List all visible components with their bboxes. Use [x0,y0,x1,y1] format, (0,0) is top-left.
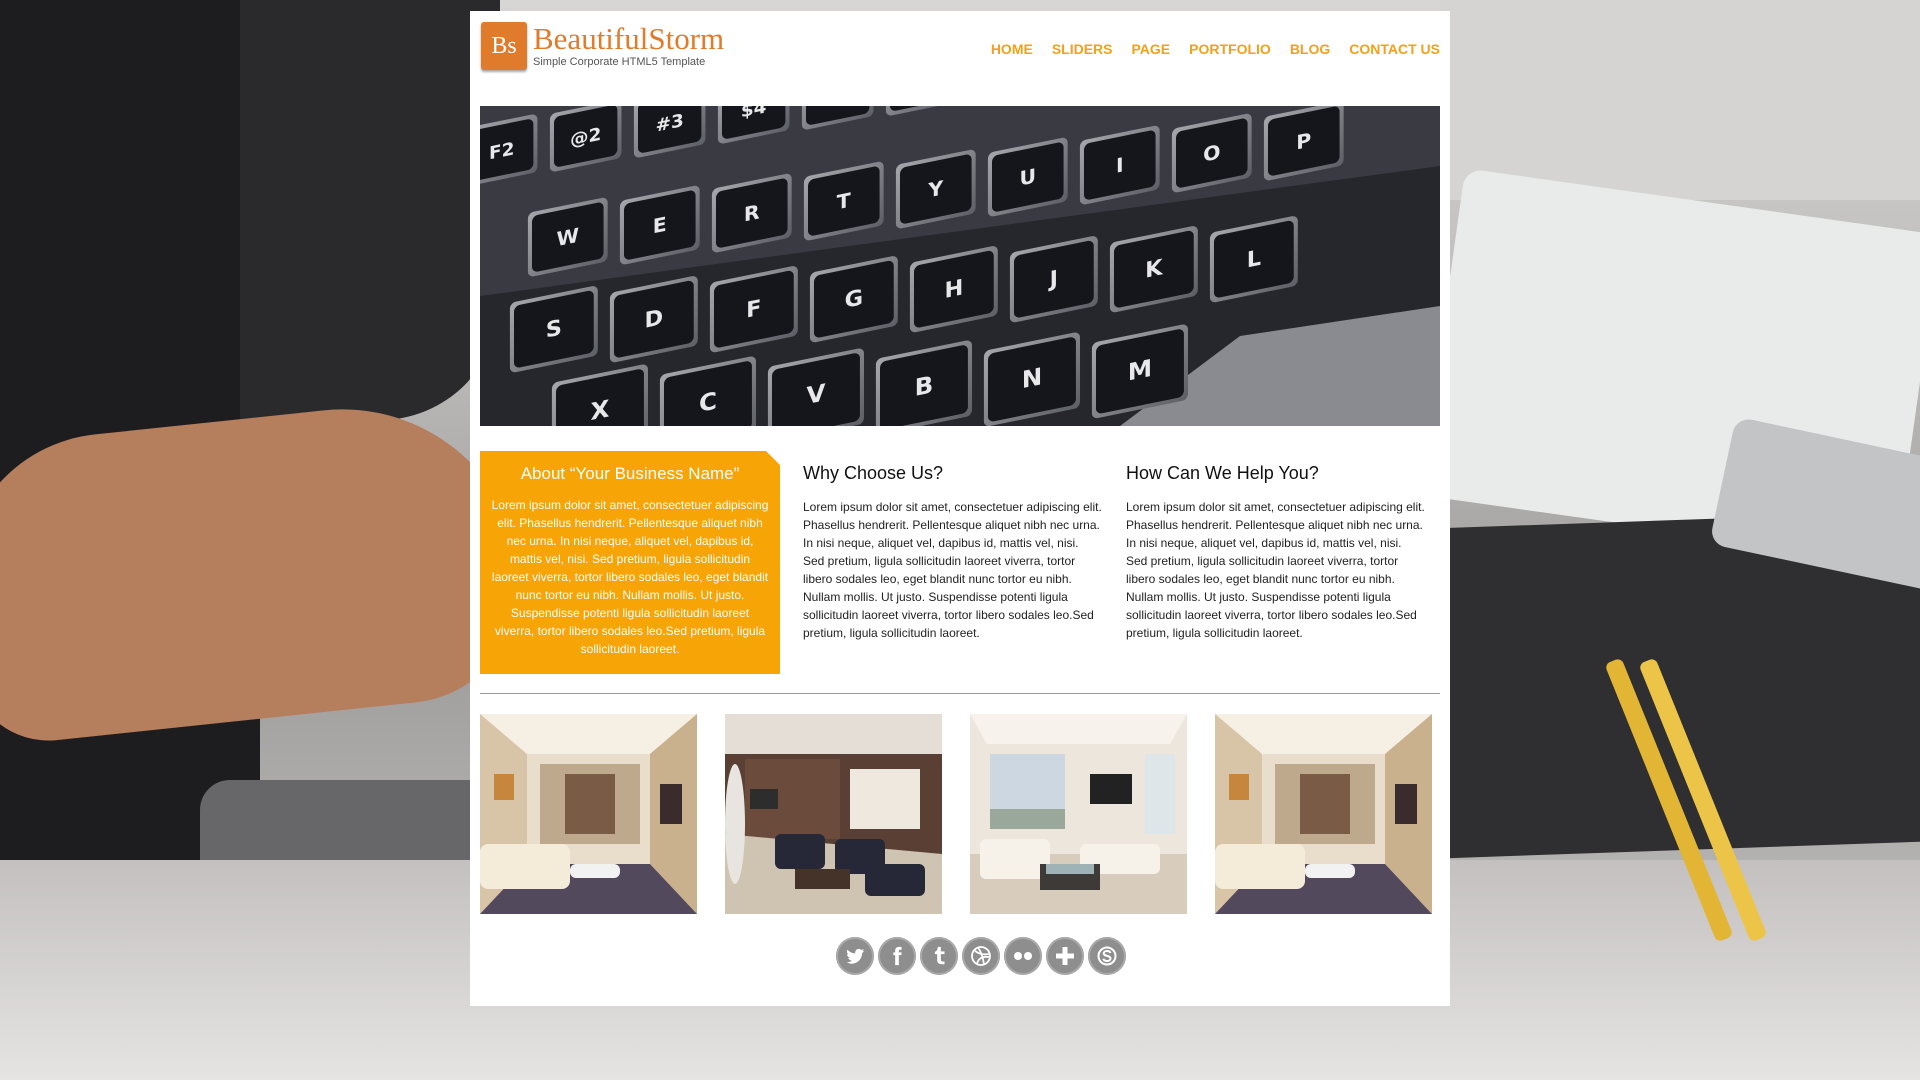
page-container: Bs BeautifulStorm Simple Corporate HTML5… [470,11,1450,1006]
site-logo[interactable]: Bs BeautifulStorm Simple Corporate HTML5… [481,22,724,70]
nav-contact-us[interactable]: CONTACT US [1349,41,1440,57]
key-label: C [699,386,717,418]
gallery-thumb-2[interactable] [725,714,942,914]
tumblr-icon[interactable] [920,937,958,975]
key-label: M [1128,353,1152,386]
why-title: Why Choose Us? [803,463,944,483]
logo-text: BeautifulStorm Simple Corporate HTML5 Te… [533,21,725,69]
folded-corner [766,451,780,465]
key-label: Y [927,176,943,203]
key-label: G [845,285,863,314]
key-label: K [1145,255,1163,284]
gallery-thumb-4[interactable] [1215,714,1432,914]
living-room-image [1215,714,1432,914]
gallery [480,714,1432,914]
key-label: U [1019,164,1036,191]
section-divider [480,693,1440,694]
main-nav: HOME SLIDERS PAGE PORTFOLIO BLOG CONTACT… [991,41,1440,57]
why-text: Lorem ipsum dolor sit amet, consectetuer… [803,500,1102,640]
key-label: F [746,295,761,323]
key-label: S [546,315,562,343]
key-label: X [591,394,610,426]
site-tagline: Simple Corporate HTML5 Template [533,56,706,68]
key-label: W [557,223,580,251]
nav-sliders[interactable]: SLIDERS [1052,41,1113,57]
key-label: D [645,305,664,334]
hero-slider-image: F2@2#3$4TYUIOWERTYUIOPSDFGHJKLXCVBNM [480,106,1440,426]
key-label: I [1116,153,1124,178]
why-choose-us-section: Why Choose Us? Lorem ipsum dolor sit ame… [803,461,1103,642]
keyboard-image: F2@2#3$4TYUIOWERTYUIOPSDFGHJKLXCVBNM [480,106,1440,426]
key-label: P [1296,128,1311,154]
city-view-room-image [970,714,1187,914]
social-links [836,937,1126,975]
lounge-image [725,714,942,914]
site-name: BeautifulStorm [533,21,725,56]
gallery-thumb-1[interactable] [480,714,697,914]
nav-portfolio[interactable]: PORTFOLIO [1189,41,1271,57]
skype-icon[interactable] [1088,937,1126,975]
key-label: R [744,200,760,227]
how-can-we-help-section: How Can We Help You? Lorem ipsum dolor s… [1126,461,1426,642]
key-label: L [1247,245,1261,273]
help-title: How Can We Help You? [1126,463,1319,483]
help-text: Lorem ipsum dolor sit amet, consectetuer… [1126,500,1425,640]
logo-mark: Bs [481,22,527,70]
key-label: N [1022,362,1043,394]
facebook-icon[interactable] [878,937,916,975]
dribbble-icon[interactable] [962,937,1000,975]
key-label: B [915,370,934,402]
gallery-thumb-3[interactable] [970,714,1187,914]
key-label: T [837,188,851,214]
about-title: About “Your Business Name” [520,464,740,483]
key-label: J [1048,266,1058,293]
key-label: V [806,378,825,410]
nav-blog[interactable]: BLOG [1290,41,1330,57]
about-box: About “Your Business Name” Lorem ipsum d… [480,451,780,674]
nav-home[interactable]: HOME [991,41,1033,57]
nav-page[interactable]: PAGE [1132,41,1171,57]
key-label: H [944,275,963,304]
twitter-icon[interactable] [836,937,874,975]
about-text: Lorem ipsum dolor sit amet, consectetuer… [491,498,769,656]
key-label: E [653,212,667,238]
flickr-icon[interactable] [1004,937,1042,975]
key-label: O [1203,140,1220,167]
living-room-image [480,714,697,914]
plus-icon[interactable] [1046,937,1084,975]
